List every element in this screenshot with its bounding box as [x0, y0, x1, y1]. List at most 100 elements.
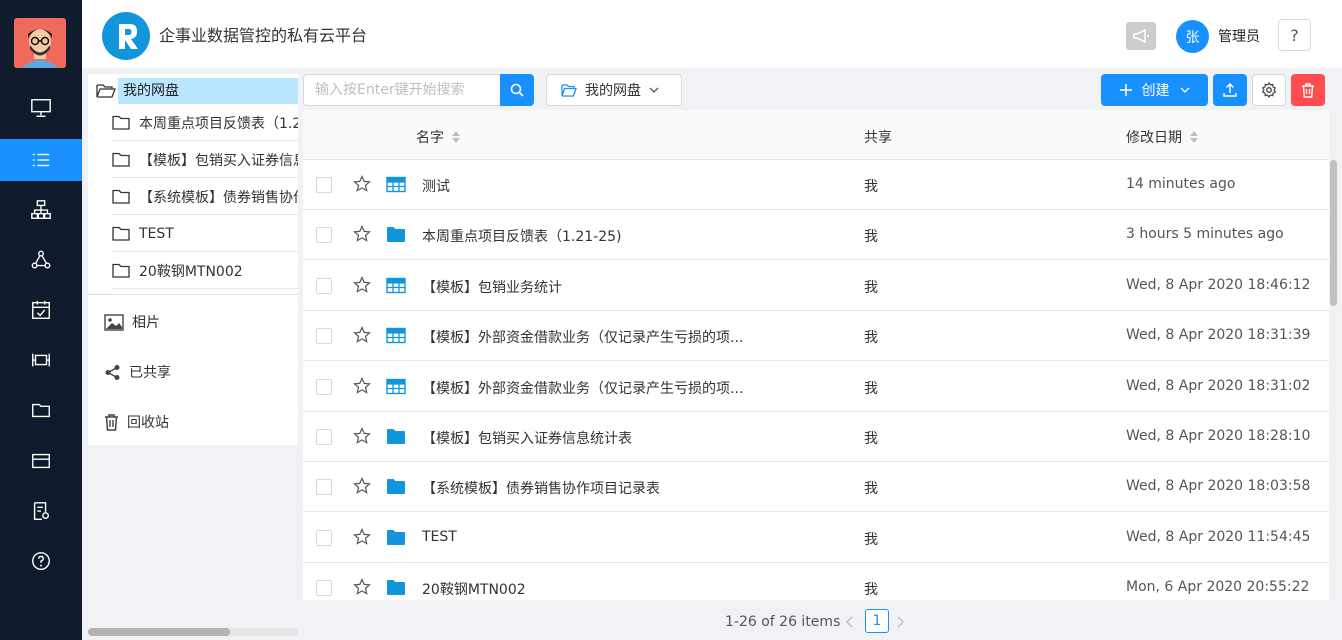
tree-horizontal-scrollbar[interactable] — [88, 628, 298, 636]
report-icon — [33, 502, 50, 520]
search-button[interactable] — [500, 74, 534, 106]
rail-calendar[interactable] — [0, 289, 82, 331]
tree-node[interactable]: 【系统模板】债券销售协作项目记录表 — [112, 179, 298, 215]
rail-folder[interactable] — [0, 389, 82, 431]
user-name[interactable]: 管理员 — [1218, 26, 1260, 46]
star-icon[interactable] — [353, 578, 371, 600]
row-checkbox[interactable] — [316, 227, 332, 244]
subnav-shared[interactable]: 已共享 — [104, 362, 171, 382]
file-name[interactable]: 【模板】包销买入证券信息统计表 — [422, 428, 632, 448]
star-icon[interactable] — [353, 225, 371, 247]
subnav-recycle[interactable]: 回收站 — [104, 412, 169, 432]
file-share-owner: 我 — [864, 531, 878, 548]
star-icon[interactable] — [353, 275, 371, 298]
row-checkbox[interactable] — [316, 479, 332, 496]
tree-node-label: TEST — [139, 225, 174, 242]
folder-outline-icon — [112, 115, 130, 130]
tree-node[interactable]: 20鞍钢MTN002 — [112, 253, 298, 289]
pagination-page-button[interactable]: 1 — [865, 609, 889, 633]
rail-report[interactable] — [0, 490, 82, 532]
user-avatar-image[interactable] — [14, 18, 66, 68]
table-vertical-scrollbar[interactable] — [1329, 110, 1338, 600]
announcement-button[interactable] — [1126, 22, 1156, 50]
file-modified-date: Wed, 8 Apr 2020 18:46:12 — [1126, 276, 1311, 293]
row-checkbox[interactable] — [316, 328, 332, 345]
subnav-recycle-label: 回收站 — [127, 415, 169, 431]
chevron-down-icon — [649, 87, 659, 93]
tree-node-label: 20鞍钢MTN002 — [139, 263, 243, 280]
folder-outline-icon — [112, 226, 130, 241]
file-name[interactable]: 20鞍钢MTN002 — [422, 579, 526, 599]
subnav-photos-label: 相片 — [132, 315, 160, 331]
row-checkbox[interactable] — [316, 580, 332, 597]
row-checkbox[interactable] — [316, 277, 332, 294]
file-name[interactable]: 【模板】外部资金借款业务（仅记录产生亏损的项... — [422, 378, 743, 398]
table-row[interactable]: 【系统模板】债券销售协作项目记录表 我 Wed, 8 Apr 2020 18:03:… — [303, 462, 1329, 513]
create-button-label: 创建 — [1141, 83, 1170, 99]
help-button[interactable]: ? — [1278, 19, 1311, 51]
subnav: 相片 已共享 回收站 — [88, 295, 298, 445]
column-header-name[interactable]: 名字 — [416, 127, 460, 147]
table-row[interactable]: 20鞍钢MTN002 我 Mon, 6 Apr 2020 20:55:22 — [303, 563, 1329, 600]
rail-list[interactable] — [0, 139, 82, 181]
rail-help[interactable] — [0, 540, 82, 582]
file-name[interactable]: TEST — [422, 529, 457, 545]
org-chart-icon — [31, 200, 51, 219]
column-header-label: 修改日期 — [1126, 130, 1182, 146]
file-share-owner: 我 — [864, 179, 878, 195]
table-row[interactable]: TEST 我 Wed, 8 Apr 2020 11:54:45 — [303, 512, 1329, 563]
tree-node[interactable]: 【模板】包销买入证券信息统计表 — [112, 142, 298, 178]
file-name[interactable]: 【模板】外部资金借款业务（仅记录产生亏损的项... — [422, 327, 743, 347]
table-row[interactable]: 本周重点项目反馈表（1.21-25) 我 3 hours 5 minutes ago — [303, 210, 1329, 261]
table-row[interactable]: 【模板】外部资金借款业务（仅记录产生亏损的项... 我 Wed, 8 Apr 202… — [303, 311, 1329, 362]
star-icon[interactable] — [353, 376, 371, 399]
gear-icon — [1261, 82, 1277, 98]
delete-button[interactable] — [1291, 74, 1325, 106]
path-dropdown[interactable]: 我的网盘 — [546, 74, 682, 106]
file-name[interactable]: 【模板】包销业务统计 — [422, 277, 562, 297]
row-checkbox[interactable] — [316, 378, 332, 395]
spreadsheet-icon — [386, 277, 406, 298]
table-row[interactable]: 【模板】外部资金借款业务（仅记录产生亏损的项... 我 Wed, 8 Apr 202… — [303, 361, 1329, 412]
column-header-label: 名字 — [416, 130, 444, 146]
file-share-owner: 我 — [864, 229, 878, 246]
pagination-next-button[interactable] — [896, 612, 908, 632]
rail-monitor[interactable] — [0, 87, 82, 129]
table-row[interactable]: 【模板】包销业务统计 我 Wed, 8 Apr 2020 18:46:12 — [303, 260, 1329, 311]
star-icon[interactable] — [353, 427, 371, 449]
row-checkbox[interactable] — [316, 429, 332, 445]
rail-transfer[interactable] — [0, 339, 82, 381]
star-icon[interactable] — [353, 175, 371, 197]
folder-icon — [386, 226, 406, 247]
create-button[interactable]: 创建 — [1101, 74, 1208, 106]
column-header-modified[interactable]: 修改日期 — [1126, 127, 1198, 147]
rail-share[interactable] — [0, 239, 82, 281]
megaphone-icon — [1133, 28, 1149, 44]
tree-node[interactable]: 本周重点项目反馈表（1.21-25） — [112, 105, 298, 141]
user-avatar[interactable]: 张 — [1176, 20, 1209, 53]
tree-node[interactable]: TEST — [112, 216, 298, 252]
search-input[interactable] — [303, 74, 501, 106]
row-checkbox[interactable] — [316, 177, 332, 193]
scrollbar-thumb[interactable] — [1330, 160, 1337, 306]
file-name[interactable]: 本周重点项目反馈表（1.21-25) — [422, 226, 622, 246]
settings-button[interactable] — [1252, 74, 1286, 106]
file-share-owner: 我 — [864, 582, 878, 599]
star-icon[interactable] — [353, 477, 371, 499]
file-name[interactable]: 测试 — [422, 176, 450, 196]
rail-org[interactable] — [0, 189, 82, 231]
table-row[interactable]: 测试 我 14 minutes ago — [303, 160, 1329, 210]
rail-card[interactable] — [0, 440, 82, 482]
table-row[interactable]: 【模板】包销买入证券信息统计表 我 Wed, 8 Apr 2020 18:28:10 — [303, 412, 1329, 462]
file-modified-date: Wed, 8 Apr 2020 18:28:10 — [1126, 428, 1311, 444]
upload-button[interactable] — [1213, 74, 1247, 106]
subnav-photos[interactable]: 相片 — [104, 312, 160, 332]
tree-root[interactable]: 我的网盘 — [96, 78, 298, 104]
row-checkbox[interactable] — [316, 529, 332, 546]
plus-icon — [1119, 84, 1132, 96]
star-icon[interactable] — [353, 527, 371, 550]
file-name[interactable]: 【系统模板】债券销售协作项目记录表 — [422, 478, 660, 498]
star-icon[interactable] — [353, 326, 371, 348]
pagination-prev-button[interactable] — [846, 612, 858, 632]
scrollbar-thumb[interactable] — [88, 628, 230, 636]
